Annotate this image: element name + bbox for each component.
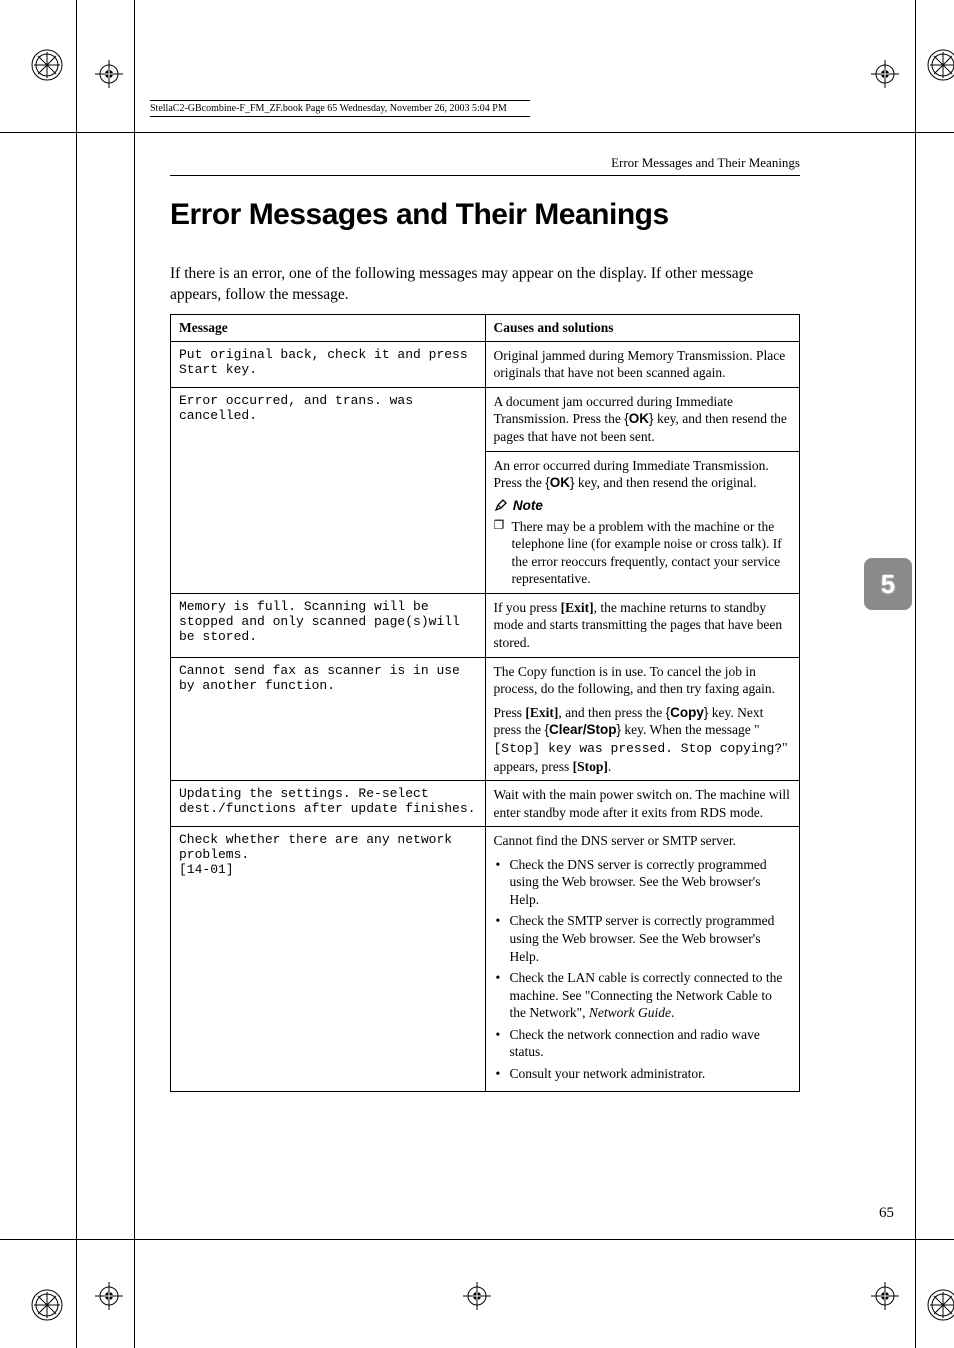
list-item: Check the SMTP server is correctly progr… xyxy=(494,912,792,965)
message-cell: Check whether there are any network prob… xyxy=(171,827,486,1092)
note-block: Note There may be a problem with the mac… xyxy=(494,498,792,588)
page-title: Error Messages and Their Meanings xyxy=(170,198,800,232)
list-item: Check the DNS server is correctly progra… xyxy=(494,856,792,909)
solution-lead: Cannot find the DNS server or SMTP serve… xyxy=(494,832,792,850)
book-header: StellaC2-GBcombine-F_FM_ZF.book Page 65 … xyxy=(150,100,530,117)
crop-line xyxy=(915,0,916,1348)
message-cell: Cannot send fax as scanner is in use by … xyxy=(171,657,486,781)
solution-cell: A document jam occurred during Immediate… xyxy=(485,387,800,451)
message-cell: Put original back, check it and press St… xyxy=(171,341,486,387)
corner-circle-icon xyxy=(926,48,954,82)
table-row: Updating the settings. Re-select dest./f… xyxy=(171,781,800,827)
section-number: 5 xyxy=(881,569,895,600)
error-table: Message Causes and solutions Put origina… xyxy=(170,314,800,1092)
solution-cell: If you press [Exit], the machine returns… xyxy=(485,593,800,657)
table-row: Check whether there are any network prob… xyxy=(171,827,800,1092)
intro-paragraph: If there is an error, one of the followi… xyxy=(170,264,800,306)
solution-cell: An error occurred during Immediate Trans… xyxy=(485,451,800,593)
solution-text: The Copy function is in use. To cancel t… xyxy=(494,663,792,698)
list-item: Consult your network administrator. xyxy=(494,1065,792,1083)
solution-cell: Cannot find the DNS server or SMTP serve… xyxy=(485,827,800,1092)
table-row: Cannot send fax as scanner is in use by … xyxy=(171,657,800,781)
message-line: Check whether there are any network prob… xyxy=(179,832,477,862)
list-item: Check the LAN cable is correctly connect… xyxy=(494,969,792,1022)
solution-text: A document jam occurred during Immediate… xyxy=(494,393,792,446)
bullet-list: Check the DNS server is correctly progra… xyxy=(494,856,792,1083)
message-cell: Error occurred, and trans. was cancelled… xyxy=(171,387,486,593)
note-icon xyxy=(494,498,508,512)
message-cell: Memory is full. Scanning will be stopped… xyxy=(171,593,486,657)
page-content: Error Messages and Their Meanings Error … xyxy=(170,155,800,1092)
running-head: Error Messages and Their Meanings xyxy=(170,155,800,176)
crop-line xyxy=(134,0,135,1348)
note-label: Note xyxy=(513,498,543,513)
solution-text: Original jammed during Memory Transmissi… xyxy=(494,347,792,382)
solution-cell: Original jammed during Memory Transmissi… xyxy=(485,341,800,387)
note-item: There may be a problem with the machine … xyxy=(494,518,792,588)
registration-mark-icon xyxy=(871,60,899,88)
solution-text: Press [Exit], and then press the {Copy} … xyxy=(494,704,792,776)
corner-circle-icon xyxy=(30,48,64,82)
crop-line xyxy=(0,1239,954,1240)
corner-circle-icon xyxy=(30,1288,64,1322)
message-line: [14-01] xyxy=(179,862,477,877)
page-number: 65 xyxy=(879,1205,894,1222)
solution-cell: The Copy function is in use. To cancel t… xyxy=(485,657,800,781)
solution-cell: Wait with the main power switch on. The … xyxy=(485,781,800,827)
corner-circle-icon xyxy=(926,1288,954,1322)
solution-text: Wait with the main power switch on. The … xyxy=(494,786,792,821)
table-row: Memory is full. Scanning will be stopped… xyxy=(171,593,800,657)
registration-mark-icon xyxy=(871,1282,899,1310)
message-cell: Updating the settings. Re-select dest./f… xyxy=(171,781,486,827)
crop-line xyxy=(0,132,954,133)
list-item: Check the network connection and radio w… xyxy=(494,1026,792,1061)
section-tab: 5 xyxy=(864,558,912,610)
solution-text: If you press [Exit], the machine returns… xyxy=(494,599,792,652)
solution-text: An error occurred during Immediate Trans… xyxy=(494,457,792,492)
table-row: Put original back, check it and press St… xyxy=(171,341,800,387)
crop-line xyxy=(76,0,77,1348)
col-header-message: Message xyxy=(171,314,486,341)
registration-mark-icon xyxy=(95,1282,123,1310)
registration-mark-icon xyxy=(463,1282,491,1310)
registration-mark-icon xyxy=(95,60,123,88)
table-row: Error occurred, and trans. was cancelled… xyxy=(171,387,800,451)
col-header-causes: Causes and solutions xyxy=(485,314,800,341)
